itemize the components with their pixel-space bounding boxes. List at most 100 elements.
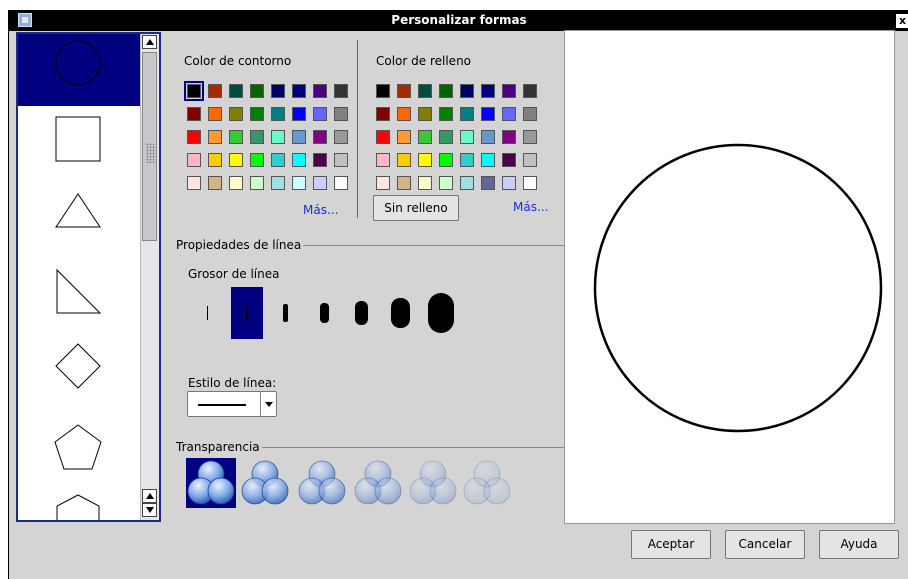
transparency-option-2[interactable] xyxy=(240,458,290,508)
thickness-option-1[interactable] xyxy=(196,287,218,339)
fill-color-swatch[interactable] xyxy=(418,107,432,121)
outline-color-swatch[interactable] xyxy=(334,153,348,167)
outline-color-swatch[interactable] xyxy=(313,130,327,144)
fill-color-swatch[interactable] xyxy=(418,176,432,190)
outline-color-swatch[interactable] xyxy=(250,153,264,167)
outline-color-swatch[interactable] xyxy=(229,130,243,144)
fill-color-swatch[interactable] xyxy=(523,84,537,98)
transparency-option-3[interactable] xyxy=(297,458,347,508)
help-button[interactable]: Ayuda xyxy=(819,530,899,559)
fill-color-swatch[interactable] xyxy=(460,130,474,144)
fill-color-swatch[interactable] xyxy=(376,84,390,98)
scroll-up-button-bottom[interactable] xyxy=(142,489,157,503)
fill-color-swatch[interactable] xyxy=(376,176,390,190)
fill-color-swatch[interactable] xyxy=(397,107,411,121)
fill-color-swatch[interactable] xyxy=(439,130,453,144)
outline-color-swatch[interactable] xyxy=(334,176,348,190)
outline-color-swatch[interactable] xyxy=(208,107,222,121)
outline-color-swatch[interactable] xyxy=(250,84,264,98)
fill-color-swatch[interactable] xyxy=(481,107,495,121)
fill-color-swatch[interactable] xyxy=(481,84,495,98)
no-fill-button[interactable]: Sin relleno xyxy=(373,195,459,221)
fill-color-swatch[interactable] xyxy=(460,107,474,121)
thickness-option-3[interactable] xyxy=(277,287,295,339)
outline-color-swatch[interactable] xyxy=(187,130,201,144)
outline-color-swatch[interactable] xyxy=(313,176,327,190)
outline-color-swatch[interactable] xyxy=(208,130,222,144)
fill-color-swatch[interactable] xyxy=(481,153,495,167)
outline-color-swatch[interactable] xyxy=(229,107,243,121)
outline-color-swatch[interactable] xyxy=(250,130,264,144)
fill-color-swatch[interactable] xyxy=(376,153,390,167)
fill-color-swatch[interactable] xyxy=(502,107,516,121)
fill-color-swatch[interactable] xyxy=(439,153,453,167)
fill-color-swatch[interactable] xyxy=(460,84,474,98)
fill-color-swatch[interactable] xyxy=(481,176,495,190)
transparency-option-1[interactable] xyxy=(186,458,236,508)
outline-color-swatch[interactable] xyxy=(313,84,327,98)
outline-color-swatch[interactable] xyxy=(292,107,306,121)
accept-button[interactable]: Aceptar xyxy=(631,530,711,559)
outline-color-swatch[interactable] xyxy=(292,176,306,190)
outline-color-swatch[interactable] xyxy=(271,107,285,121)
shape-option-pentagon[interactable] xyxy=(18,394,140,470)
outline-color-swatch[interactable] xyxy=(187,176,201,190)
outline-color-swatch[interactable] xyxy=(334,107,348,121)
chevron-down-icon[interactable] xyxy=(260,392,276,416)
fill-color-swatch[interactable] xyxy=(397,130,411,144)
shape-option-triangle[interactable] xyxy=(18,178,140,250)
scroll-thumb[interactable] xyxy=(142,52,157,241)
fill-color-swatch[interactable] xyxy=(397,84,411,98)
shape-list[interactable] xyxy=(16,32,161,522)
fill-color-swatch[interactable] xyxy=(523,107,537,121)
shape-option-right-triangle[interactable] xyxy=(18,250,140,322)
shape-option-circle[interactable] xyxy=(18,34,140,106)
transparency-option-5[interactable] xyxy=(408,458,458,508)
thickness-option-6[interactable] xyxy=(386,287,416,339)
thickness-option-4[interactable] xyxy=(313,287,335,339)
fill-color-swatch[interactable] xyxy=(418,130,432,144)
fill-color-swatch[interactable] xyxy=(439,176,453,190)
outline-color-swatch[interactable] xyxy=(271,176,285,190)
fill-color-swatch[interactable] xyxy=(418,153,432,167)
fill-color-swatch[interactable] xyxy=(502,176,516,190)
shape-list-scrollbar[interactable] xyxy=(140,34,159,520)
scroll-up-button[interactable] xyxy=(142,35,157,49)
close-button[interactable]: x xyxy=(896,14,908,28)
fill-color-swatch[interactable] xyxy=(523,130,537,144)
outline-color-swatch[interactable] xyxy=(250,107,264,121)
outline-color-swatch[interactable] xyxy=(229,176,243,190)
thickness-option-7[interactable] xyxy=(423,287,459,339)
fill-color-swatch[interactable] xyxy=(523,153,537,167)
shape-option-hexagon[interactable] xyxy=(18,466,140,520)
cancel-button[interactable]: Cancelar xyxy=(725,530,805,559)
thickness-option-2[interactable] xyxy=(231,287,263,339)
outline-color-swatch[interactable] xyxy=(334,130,348,144)
outline-more-link[interactable]: Más... xyxy=(303,203,338,217)
outline-color-swatch[interactable] xyxy=(208,153,222,167)
outline-color-swatch[interactable] xyxy=(313,107,327,121)
fill-color-swatch[interactable] xyxy=(460,176,474,190)
outline-color-swatch[interactable] xyxy=(292,130,306,144)
fill-more-link[interactable]: Más... xyxy=(513,200,548,214)
outline-color-swatch[interactable] xyxy=(208,176,222,190)
fill-color-swatch[interactable] xyxy=(418,84,432,98)
shape-option-diamond[interactable] xyxy=(18,322,140,394)
fill-color-swatch[interactable] xyxy=(523,176,537,190)
outline-color-swatch[interactable] xyxy=(229,84,243,98)
fill-color-swatch[interactable] xyxy=(439,107,453,121)
fill-color-swatch[interactable] xyxy=(460,153,474,167)
fill-color-swatch[interactable] xyxy=(439,84,453,98)
outline-color-swatch[interactable] xyxy=(271,130,285,144)
outline-color-swatch[interactable] xyxy=(208,84,222,98)
outline-color-swatch[interactable] xyxy=(313,153,327,167)
outline-color-swatch[interactable] xyxy=(250,176,264,190)
transparency-option-4[interactable] xyxy=(353,458,403,508)
outline-color-swatch[interactable] xyxy=(187,107,201,121)
fill-color-swatch[interactable] xyxy=(376,130,390,144)
outline-color-swatch[interactable] xyxy=(334,84,348,98)
fill-color-swatch[interactable] xyxy=(376,107,390,121)
outline-color-swatch[interactable] xyxy=(271,84,285,98)
fill-color-swatch[interactable] xyxy=(502,84,516,98)
thickness-option-5[interactable] xyxy=(349,287,375,339)
